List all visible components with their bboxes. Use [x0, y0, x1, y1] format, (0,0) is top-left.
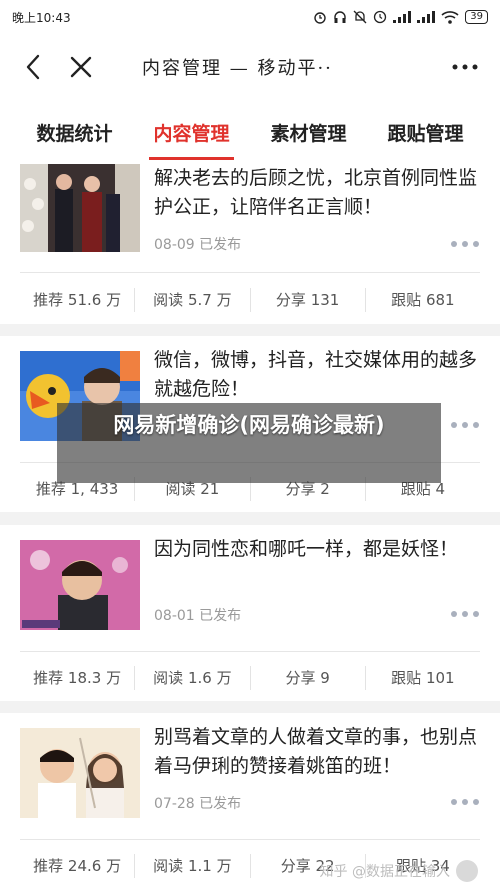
article-date-status: 08-09 已发布 [154, 237, 242, 253]
watermark-text: 知乎 @数据正在输入 [319, 864, 450, 880]
stat-recommend: 推荐 18.3 万 [20, 666, 136, 690]
wifi-icon [441, 10, 459, 24]
article-headline[interactable]: 解决老去的后顾之忧，北京首例同性监护公正，让陪伴名正言顺！ [154, 164, 484, 222]
more-actions-icon[interactable] [450, 239, 480, 249]
status-icons: 39 [313, 10, 488, 24]
stat-share: 分享 9 [251, 666, 366, 690]
overlay-banner: 网易新增确诊(网易确诊最新) [57, 403, 441, 483]
title-bar: 内容管理 — 移动平·· [0, 34, 500, 100]
stat-recommend: 推荐 24.6 万 [20, 854, 136, 878]
divider [20, 651, 480, 652]
alarm-icon [314, 12, 326, 24]
stat-recommend: 推荐 51.6 万 [20, 288, 136, 312]
article-thumbnail [20, 540, 140, 630]
stat-read: 阅读 1.1 万 [135, 854, 251, 878]
more-actions-icon[interactable] [450, 420, 480, 430]
article-stats: 推荐 51.6 万 阅读 5.7 万 分享 131 跟贴 681 [20, 288, 480, 312]
headset-icon [334, 11, 346, 23]
tab-material-management[interactable]: 素材管理 [266, 119, 350, 146]
tab-comment-management[interactable]: 跟贴管理 [383, 119, 467, 146]
divider [20, 272, 480, 273]
page-title: 内容管理 — 移动平·· [142, 58, 333, 79]
stat-read: 阅读 1.6 万 [135, 666, 251, 690]
tab-bar: 数据统计 内容管理 素材管理 跟贴管理 [0, 100, 500, 164]
article-date-status: 07-28 已发布 [154, 796, 242, 812]
article-thumbnail [20, 164, 140, 252]
clock-icon [374, 10, 387, 24]
stat-share: 分享 131 [251, 288, 366, 312]
divider [20, 839, 480, 840]
battery-icon: 39 [465, 10, 488, 24]
stat-comments: 跟贴 681 [391, 291, 455, 309]
content-card[interactable]: 解决老去的后顾之忧，北京首例同性监护公正，让陪伴名正言顺！ 08-09 已发布 … [0, 164, 500, 324]
article-headline[interactable]: 别骂着文章的人做着文章的事，也别点着马伊琍的赞接着姚笛的班！ [154, 723, 484, 781]
watermark: 知乎 @数据正在输入 [320, 860, 478, 882]
avatar [456, 860, 478, 882]
article-date-status: 08-01 已发布 [154, 608, 242, 624]
signal-icon [393, 11, 412, 23]
stat-read: 阅读 5.7 万 [135, 288, 251, 312]
close-icon[interactable] [68, 54, 94, 80]
more-options-icon[interactable] [450, 56, 480, 78]
overlay-text: 网易新增确诊(网易确诊最新) [113, 413, 385, 437]
more-actions-icon[interactable] [450, 609, 480, 619]
article-headline[interactable]: 微信，微博，抖音，社交媒体用的越多就越危险！ [154, 346, 484, 404]
signal-2-icon [417, 11, 436, 23]
stat-comments: 跟贴 101 [391, 669, 455, 687]
back-arrow-icon[interactable] [20, 52, 48, 82]
more-actions-icon[interactable] [450, 797, 480, 807]
content-card[interactable]: 因为同性恋和哪吒一样，都是妖怪！ 08-01 已发布 推荐 18.3 万 阅读 … [0, 525, 500, 701]
mute-bell-icon [353, 10, 367, 24]
article-stats: 推荐 18.3 万 阅读 1.6 万 分享 9 跟贴 101 [20, 666, 480, 690]
article-headline[interactable]: 因为同性恋和哪吒一样，都是妖怪！ [154, 535, 484, 564]
tab-content-management[interactable]: 内容管理 [149, 119, 234, 160]
status-bar: 晚上10:43 39 [0, 0, 500, 34]
tab-data-stats[interactable]: 数据统计 [32, 119, 116, 146]
article-thumbnail [20, 728, 140, 818]
status-time: 晚上10:43 [12, 10, 71, 25]
